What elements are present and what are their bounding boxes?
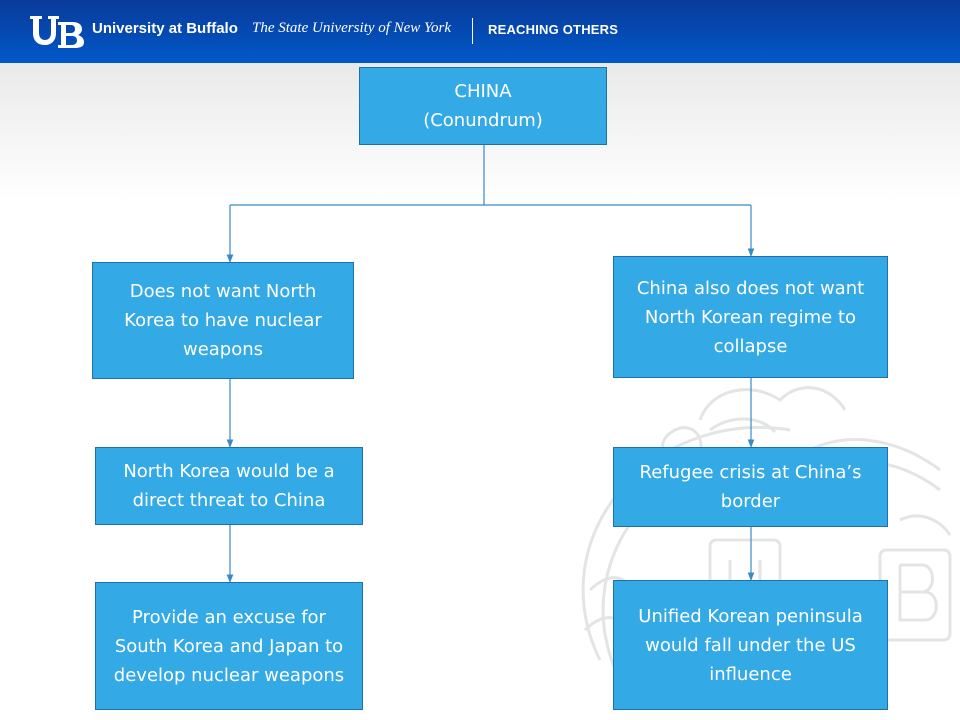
left-box-2: North Korea would be a direct threat to … (95, 447, 363, 525)
right-box-2: Refugee crisis at China’s border (613, 447, 888, 527)
right-box-3: Unified Korean peninsula would fall unde… (613, 580, 888, 710)
left-box-2-text: North Korea would be a direct threat to … (123, 461, 335, 511)
root-title: CHINA (454, 81, 512, 102)
left-box-3: Provide an excuse for South Korea and Ja… (95, 582, 363, 710)
right-box-1-text: China also does not want North Korean re… (636, 277, 865, 357)
right-box-3-text: Unified Korean peninsula would fall unde… (638, 605, 863, 685)
root-box-china: CHINA (Conundrum) (359, 67, 607, 145)
root-subtitle: (Conundrum) (423, 110, 543, 131)
left-box-3-text: Provide an excuse for South Korea and Ja… (113, 606, 345, 686)
right-box-2-text: Refugee crisis at China’s border (639, 462, 862, 512)
right-box-1: China also does not want North Korean re… (613, 256, 888, 378)
left-box-1-text: Does not want North Korea to have nuclea… (124, 281, 322, 360)
left-box-1: Does not want North Korea to have nuclea… (92, 262, 354, 379)
